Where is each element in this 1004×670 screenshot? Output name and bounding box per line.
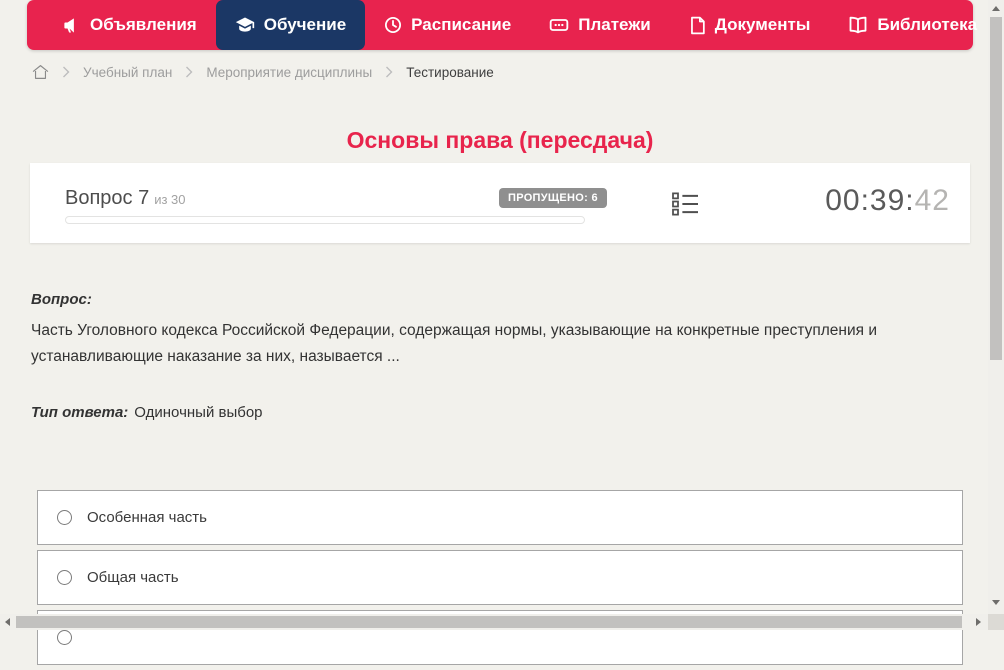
skipped-count-badge: ПРОПУЩЕНО: 6	[499, 188, 607, 208]
nav-item-label: Платежи	[578, 15, 651, 34]
open-book-icon	[848, 15, 868, 35]
answer-type-label: Тип ответа:	[31, 404, 129, 421]
breadcrumb: Учебный план Мероприятие дисциплины Тест…	[32, 61, 494, 83]
vertical-scrollbar[interactable]	[988, 0, 1004, 614]
document-icon	[689, 16, 706, 35]
nav-item-payments[interactable]: Платежи	[530, 0, 670, 50]
breadcrumb-separator-icon	[385, 66, 393, 78]
radio-button-icon[interactable]	[57, 510, 72, 525]
question-body: Вопрос: Часть Уголовного кодекса Российс…	[31, 291, 971, 421]
nav-item-schedule[interactable]: Расписание	[365, 0, 530, 50]
nav-item-library[interactable]: Библиотека	[829, 0, 1004, 50]
vertical-scrollbar-thumb[interactable]	[990, 17, 1002, 360]
question-number-label: Вопрос 7	[65, 187, 150, 209]
clock-icon	[384, 16, 402, 34]
breadcrumb-item-testing: Тестирование	[406, 64, 494, 80]
nav-item-label: Объявления	[90, 15, 197, 34]
question-total-label: из 30	[154, 192, 186, 207]
breadcrumb-separator-icon	[185, 66, 193, 78]
scrollbar-corner	[988, 614, 1004, 630]
breadcrumb-item-curriculum[interactable]: Учебный план	[83, 65, 172, 80]
radio-button-icon[interactable]	[57, 570, 72, 585]
graduation-cap-icon	[235, 15, 255, 35]
answer-type-value: Одиночный выбор	[134, 404, 263, 421]
nav-item-label: Документы	[714, 15, 811, 34]
question-number: Вопрос 7 из 30	[65, 187, 186, 210]
question-header-card: Вопрос 7 из 30 ПРОПУЩЕНО: 6 00:39:42	[30, 163, 970, 243]
page-title: Основы права (пересдача)	[346, 127, 654, 154]
answer-type-row: Тип ответа: Одиночный выбор	[31, 404, 971, 421]
test-timer: 00:39:42	[825, 184, 950, 218]
banknote-icon	[549, 15, 569, 35]
question-prompt-label: Вопрос:	[31, 291, 92, 308]
breadcrumb-item-discipline-event[interactable]: Мероприятие дисциплины	[206, 65, 372, 80]
scroll-up-arrow-icon[interactable]	[992, 6, 1000, 11]
home-icon[interactable]	[32, 64, 49, 80]
answer-option-label: Общая часть	[87, 569, 179, 586]
test-progress-bar	[65, 216, 585, 224]
nav-item-documents[interactable]: Документы	[670, 0, 830, 50]
megaphone-icon	[62, 16, 81, 35]
radio-button-icon[interactable]	[57, 630, 72, 645]
breadcrumb-separator-icon	[62, 66, 70, 78]
answer-option-general-part[interactable]: Общая часть	[37, 550, 963, 605]
answer-options: Особенная часть Общая часть	[37, 490, 963, 670]
nav-item-label: Расписание	[411, 15, 512, 34]
answer-option-special-part[interactable]: Особенная часть	[37, 490, 963, 545]
nav-item-label: Обучение	[263, 15, 347, 34]
scroll-left-arrow-icon[interactable]	[5, 618, 10, 626]
scroll-right-arrow-icon[interactable]	[976, 618, 981, 626]
question-list-icon[interactable]	[670, 189, 701, 224]
timer-hours-minutes: 00:39:	[825, 184, 915, 217]
top-navigation: Объявления Обучение Расписание Платежи Д…	[27, 0, 1002, 50]
horizontal-scrollbar[interactable]	[0, 614, 988, 630]
scroll-down-arrow-icon[interactable]	[992, 600, 1000, 605]
nav-item-label: Библиотека	[877, 15, 978, 34]
timer-seconds: 42	[914, 184, 950, 217]
question-text: Часть Уголовного кодекса Российской Феде…	[31, 322, 877, 365]
nav-item-training[interactable]: Обучение	[215, 0, 366, 50]
answer-option-label: Особенная часть	[87, 509, 207, 526]
horizontal-scrollbar-thumb[interactable]	[16, 616, 962, 628]
nav-item-announcements[interactable]: Объявления	[43, 0, 216, 50]
